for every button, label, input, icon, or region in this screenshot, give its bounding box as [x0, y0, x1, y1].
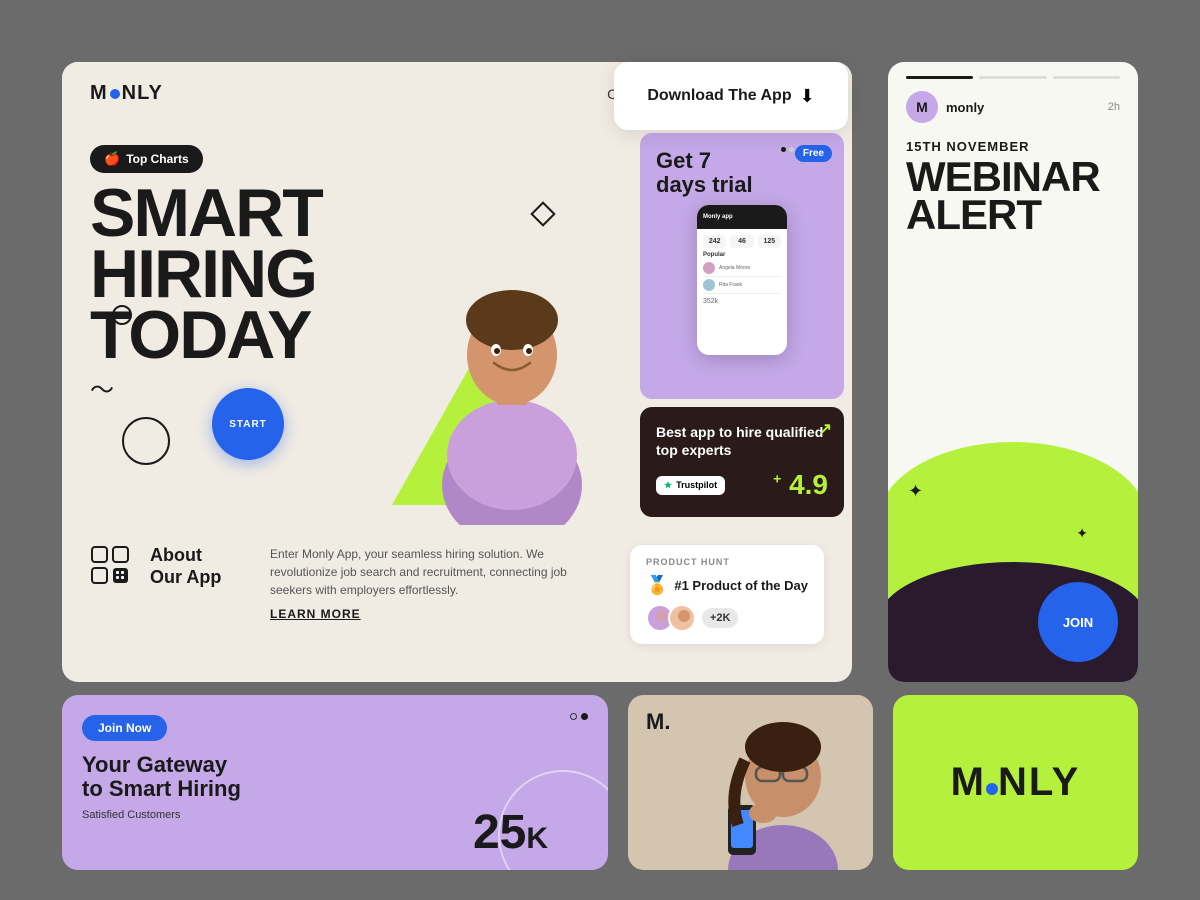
gateway-dot-empty	[570, 713, 577, 720]
logo[interactable]: MNLY	[90, 82, 163, 105]
free-badge: Free	[795, 145, 832, 162]
brand-card: MNLY	[893, 695, 1138, 870]
webinar-card: M monly 2h 15TH NOVEMBER WEBINAR ALERT ✦…	[888, 62, 1138, 682]
bottom-cards-row: Join Now Your Gateway to Smart Hiring Sa…	[62, 695, 1138, 870]
phone-mockup: Monly app 242 46 125 Popular Angela Moor…	[697, 205, 787, 355]
phone-stat-3: 125	[758, 235, 781, 248]
progress-bar-1	[906, 76, 973, 79]
main-website-card: MNLY Card App Plans About 🍎 Top Charts S…	[62, 62, 852, 682]
trustpilot-row: ★ Trustpilot + 4.9	[656, 469, 828, 501]
webinar-avatar: M	[906, 91, 938, 123]
brand-dot-icon	[986, 783, 998, 795]
hero-section: 🍎 Top Charts SMART HIRING TODAY	[62, 125, 852, 525]
webinar-user-row: M monly 2h	[888, 87, 1138, 139]
phone-list-item-1: Angela Moore	[703, 260, 781, 277]
phone-popular-label: Popular	[703, 252, 781, 258]
webinar-username: monly	[946, 100, 984, 115]
dots-indicator	[781, 147, 794, 152]
join-now-badge[interactable]: Join Now	[82, 715, 167, 741]
learn-more-link[interactable]: LEARN MORE	[270, 607, 361, 621]
phone-list-item-2: Rita Frank	[703, 277, 781, 294]
about-icon	[90, 545, 130, 585]
product-hunt-product: 🏅 #1 Product of the Day	[646, 575, 808, 596]
webinar-time: 2h	[1108, 101, 1120, 113]
avatars-row: +2K	[646, 604, 808, 632]
hero-person-image	[412, 245, 612, 525]
dot-active	[781, 147, 786, 152]
phone-content: 242 46 125 Popular Angela Moore Rita Fra…	[697, 229, 787, 311]
hero-title-line1: SMART	[90, 183, 604, 244]
progress-bar-3	[1053, 76, 1120, 79]
webinar-title: WEBINAR ALERT	[888, 154, 1138, 238]
trustpilot-badge: ★ Trustpilot	[656, 476, 725, 495]
product-hunt-box: PRODUCT HUNT 🏅 #1 Product of the Day	[630, 545, 824, 644]
phone-header: Monly app	[697, 205, 787, 229]
about-section: About Our App Enter Monly App, your seam…	[62, 525, 852, 664]
logo-dot	[110, 89, 120, 99]
webinar-graphic: ✦ ✦ JOIN	[888, 238, 1138, 682]
hero-left: 🍎 Top Charts SMART HIRING TODAY	[62, 125, 632, 525]
rating-number: + 4.9	[773, 469, 828, 501]
dot-inactive	[789, 147, 794, 152]
webinar-progress-bars	[888, 62, 1138, 87]
hero-right-panel: Free Get 7 days trial Monly app 242 46 1…	[632, 125, 852, 525]
download-icon: ⬇	[800, 86, 815, 107]
gateway-card: Join Now Your Gateway to Smart Hiring Sa…	[62, 695, 608, 870]
medal-icon: 🏅	[646, 575, 668, 596]
apple-icon: 🍎	[104, 151, 120, 167]
arrow-link-icon[interactable]: ↗	[819, 419, 832, 439]
trial-card: Free Get 7 days trial Monly app 242 46 1…	[640, 133, 844, 399]
circle-outline-decoration	[122, 417, 170, 465]
gateway-dots	[570, 713, 588, 720]
download-button-card[interactable]: Download The App ⬇	[614, 62, 848, 130]
phone-stat-1: 242	[703, 235, 726, 248]
best-app-title: Best app to hire qualified top experts	[656, 423, 828, 459]
start-button[interactable]: START	[212, 388, 284, 460]
phone-name-2: Rita Frank	[719, 282, 742, 288]
webinar-join-button[interactable]: JOIN	[1038, 582, 1118, 662]
phone-stat-2: 46	[730, 235, 753, 248]
progress-bar-2	[979, 76, 1046, 79]
plus-count: +2K	[702, 608, 739, 628]
download-label: Download The App	[647, 87, 791, 105]
phone-name-1: Angela Moore	[719, 265, 750, 271]
photo-m-logo: M.	[646, 709, 670, 735]
webinar-date: 15TH NOVEMBER	[888, 139, 1138, 154]
webinar-star-2: ✦	[1076, 525, 1088, 542]
webinar-star-1: ✦	[908, 481, 923, 502]
gateway-dot-filled	[581, 713, 588, 720]
brand-text: MNLY	[951, 760, 1081, 805]
phone-avatar-2	[703, 279, 715, 291]
phone-stats-row: 242 46 125	[703, 235, 781, 248]
gateway-number: 25K	[473, 805, 548, 860]
about-title: About Our App	[150, 545, 250, 588]
wavy-decoration: 〜	[90, 370, 114, 405]
about-content: Enter Monly App, your seamless hiring so…	[270, 545, 610, 623]
top-charts-badge: 🍎 Top Charts	[90, 145, 203, 173]
phone-avatar-1	[703, 262, 715, 274]
phone-count: 352k	[703, 298, 781, 305]
avatar-2	[668, 604, 696, 632]
about-text: Enter Monly App, your seamless hiring so…	[270, 545, 610, 599]
best-app-card: Best app to hire qualified top experts ↗…	[640, 407, 844, 517]
product-hunt-label: PRODUCT HUNT	[646, 557, 808, 567]
circle-small-decoration	[112, 305, 132, 325]
photo-card: M.	[628, 695, 873, 870]
trustpilot-star-icon: ★	[664, 480, 672, 491]
